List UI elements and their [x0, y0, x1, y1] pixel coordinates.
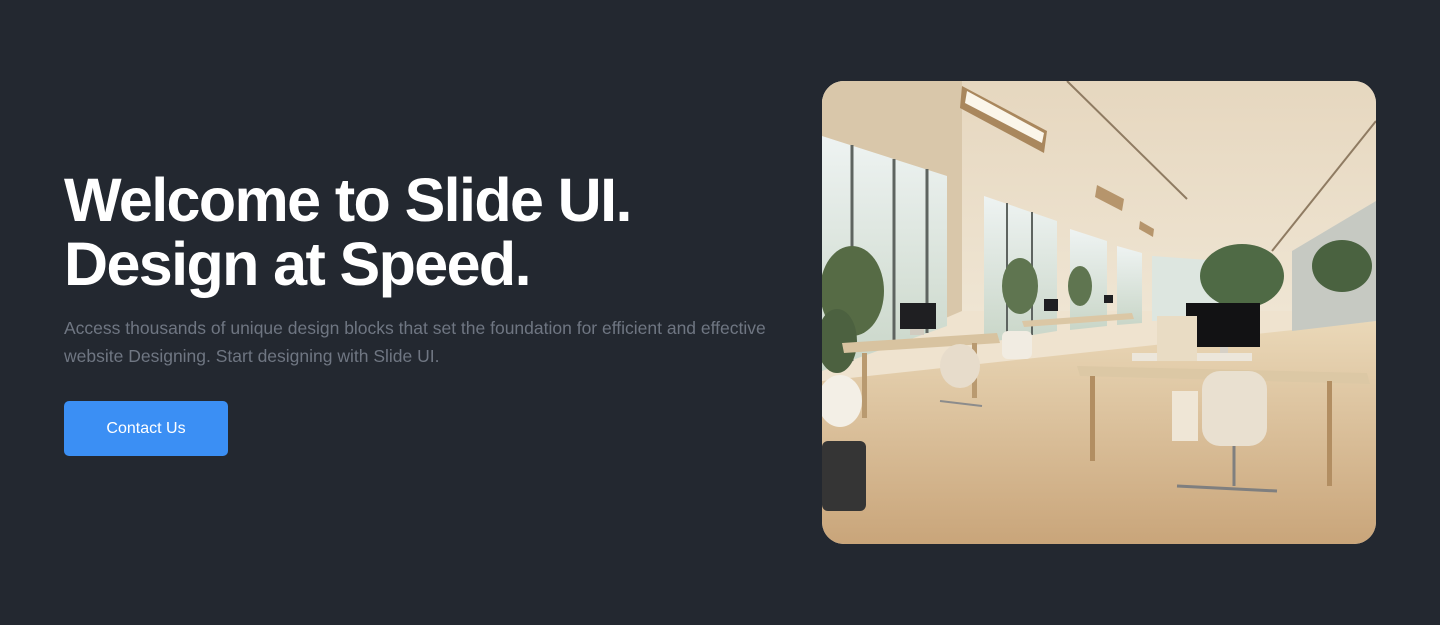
- headline-line-1: Welcome to Slide UI.: [64, 166, 632, 234]
- office-image: [822, 81, 1376, 544]
- hero-text: Welcome to Slide UI. Design at Speed. Ac…: [64, 168, 784, 370]
- hero-headline: Welcome to Slide UI. Design at Speed.: [64, 168, 784, 296]
- hero-section: Welcome to Slide UI. Design at Speed. Ac…: [0, 0, 1440, 625]
- contact-us-button[interactable]: Contact Us: [64, 401, 228, 456]
- headline-line-2: Design at Speed.: [64, 230, 532, 298]
- hero-description: Access thousands of unique design blocks…: [64, 318, 766, 366]
- office-illustration: [822, 81, 1376, 544]
